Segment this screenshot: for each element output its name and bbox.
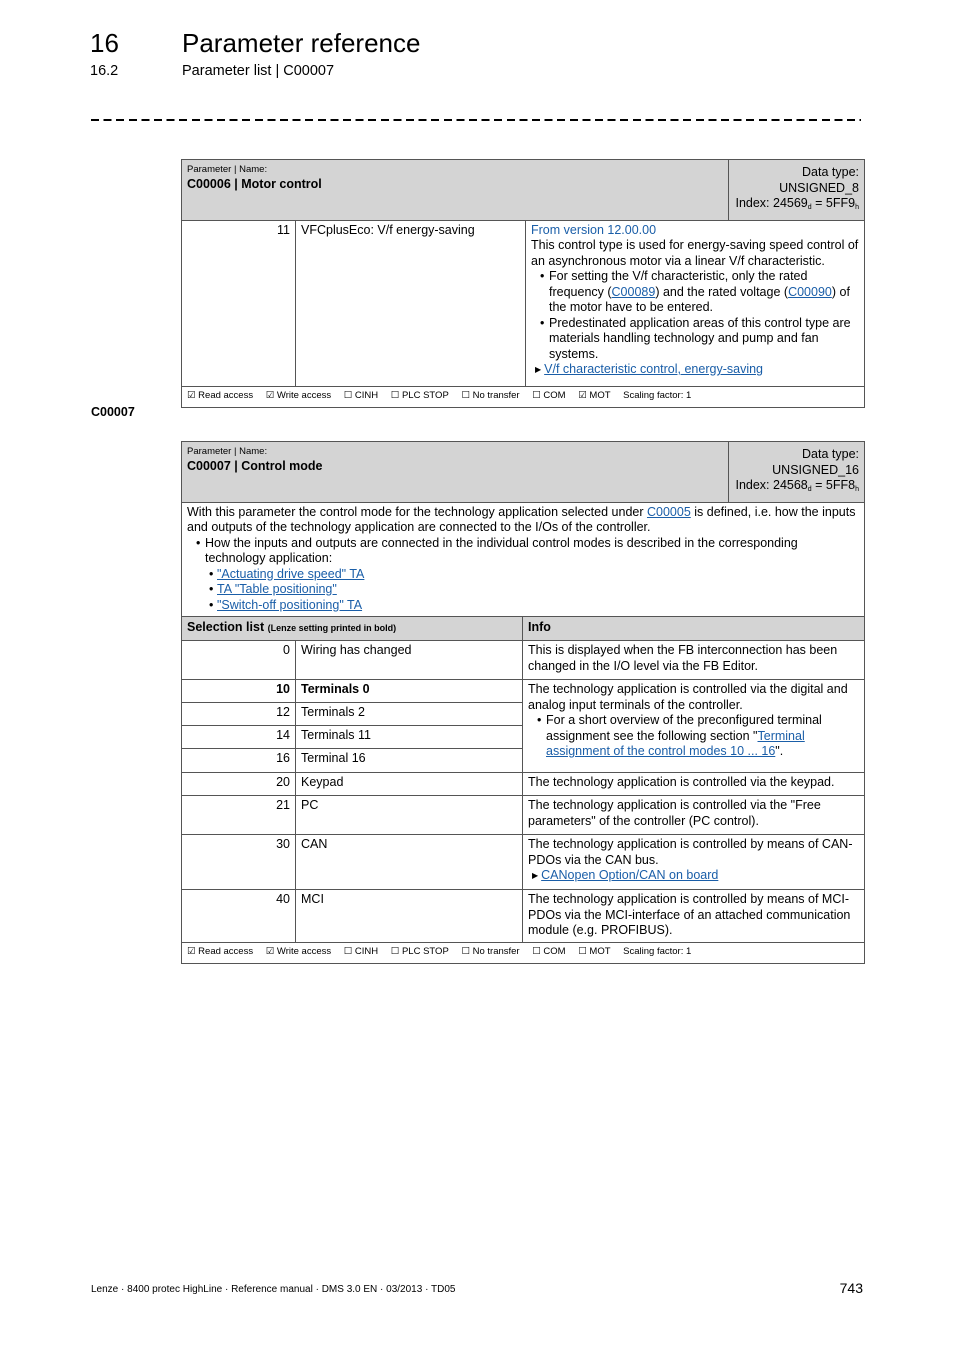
description-text: With this parameter the control mode for… bbox=[187, 504, 856, 535]
parameter-header: Parameter | Name: C00006 | Motor control… bbox=[181, 159, 865, 221]
parameter-table-c00007: Parameter | Name: C00007 | Control mode … bbox=[181, 441, 865, 964]
selection-info: The technology application is controlled… bbox=[522, 772, 865, 796]
flag-write-access: ☑ Write access bbox=[265, 389, 332, 401]
selection-name: Keypad bbox=[295, 772, 523, 796]
selection-row: 11 VFCplusEco: V/f energy-saving From ve… bbox=[181, 219, 865, 387]
selection-info: The technology application is controlled… bbox=[522, 889, 865, 943]
selection-name: MCI bbox=[295, 889, 523, 943]
section-heading-c00007: C00007 bbox=[91, 405, 135, 419]
selection-value: 21 bbox=[181, 795, 296, 835]
access-flags-row: ☑ Read access ☑ Write access ☐ CINH ☐ PL… bbox=[181, 385, 865, 408]
link-c00089[interactable]: C00089 bbox=[612, 285, 656, 299]
description-row: With this parameter the control mode for… bbox=[181, 501, 865, 617]
info-header: Info bbox=[522, 616, 865, 641]
selection-value: 20 bbox=[181, 772, 296, 796]
selection-row: 21 PC The technology application is cont… bbox=[181, 795, 865, 835]
selection-info: The technology application is controlled… bbox=[522, 834, 865, 890]
flag-write-access: ☑ Write access bbox=[265, 946, 332, 957]
section-title: Parameter list | C00007 bbox=[182, 63, 335, 79]
triangle-right-icon: ▶ bbox=[535, 365, 542, 374]
selection-row: 0 Wiring has changed This is displayed w… bbox=[181, 640, 865, 680]
flag-read-access: ☑ Read access bbox=[187, 946, 254, 957]
selection-name: VFCplusEco: V/f energy-saving bbox=[295, 219, 526, 387]
flag-mot: ☐ MOT bbox=[578, 946, 611, 957]
parameter-table-c00006: Parameter | Name: C00006 | Motor control… bbox=[181, 159, 865, 408]
parameter-header: Parameter | Name: C00007 | Control mode … bbox=[181, 441, 865, 503]
selection-list-title: Selection list bbox=[187, 620, 265, 634]
flag-no-transfer: ☐ No transfer bbox=[461, 946, 520, 957]
ta-link-item: "Actuating drive speed" TA bbox=[205, 567, 859, 583]
selection-value: 30 bbox=[181, 834, 296, 890]
selection-row: 10 Terminals 0 The technology applicatio… bbox=[181, 679, 865, 773]
selection-row: 20 Keypad The technology application is … bbox=[181, 772, 865, 796]
data-type: Data type: UNSIGNED_16 bbox=[772, 447, 859, 477]
selection-row: 40 MCI The technology application is con… bbox=[181, 889, 865, 943]
parameter-name: C00006 | Motor control bbox=[187, 177, 322, 191]
flag-cinh: ☐ CINH bbox=[343, 946, 379, 957]
selection-value: 0 bbox=[181, 640, 296, 680]
chapter-number: 16 bbox=[90, 28, 119, 58]
info-text: This control type is used for energy-sav… bbox=[531, 238, 859, 268]
section-number: 16.2 bbox=[90, 63, 119, 79]
selection-name: Terminals 11 bbox=[295, 725, 523, 749]
selection-value: 12 bbox=[181, 702, 296, 726]
flag-plc-stop: ☐ PLC STOP bbox=[390, 389, 449, 401]
selection-row: 30 CAN The technology application is con… bbox=[181, 834, 865, 890]
page-footer: Lenze · 8400 protec HighLine · Reference… bbox=[91, 1284, 456, 1295]
parameter-index: Index: 24569d = 5FF9h bbox=[735, 196, 859, 211]
link-table-positioning[interactable]: TA "Table positioning" bbox=[217, 582, 337, 596]
data-type: Data type: UNSIGNED_8 bbox=[779, 165, 859, 195]
selection-value: 40 bbox=[181, 889, 296, 943]
link-vf-characteristic[interactable]: V/f characteristic control, energy-savin… bbox=[544, 362, 763, 376]
selection-name: Wiring has changed bbox=[295, 640, 523, 680]
selection-list-note: (Lenze setting printed in bold) bbox=[267, 623, 397, 633]
link-canopen[interactable]: CANopen Option/CAN on board bbox=[541, 868, 718, 882]
selection-info: The technology application is controlled… bbox=[522, 679, 865, 773]
selection-info: The technology application is controlled… bbox=[522, 795, 865, 835]
flag-plc-stop: ☐ PLC STOP bbox=[390, 946, 449, 957]
chapter-title: Parameter reference bbox=[182, 28, 421, 58]
selection-info: From version 12.00.00 This control type … bbox=[525, 219, 865, 387]
info-bullet: For setting the V/f characteristic, only… bbox=[531, 269, 859, 316]
selection-name: Terminals 2 bbox=[295, 702, 523, 726]
page-number: 743 bbox=[839, 1280, 863, 1296]
selection-name: PC bbox=[295, 795, 523, 835]
flag-no-transfer: ☐ No transfer bbox=[461, 389, 520, 401]
link-switch-off-positioning[interactable]: "Switch-off positioning" TA bbox=[217, 598, 362, 612]
link-actuating-drive-speed[interactable]: "Actuating drive speed" TA bbox=[217, 567, 364, 581]
flag-read-access: ☑ Read access bbox=[187, 389, 254, 401]
info-bullet: Predestinated application areas of this … bbox=[531, 316, 859, 363]
scaling-factor: Scaling factor: 1 bbox=[623, 389, 692, 401]
flag-mot: ☑ MOT bbox=[578, 389, 611, 401]
selection-value: 14 bbox=[181, 725, 296, 749]
selection-name: Terminals 0 bbox=[295, 679, 523, 703]
flag-com: ☐ COM bbox=[532, 389, 566, 401]
access-flags-row: ☑ Read access ☑ Write access ☐ CINH ☐ PL… bbox=[181, 942, 865, 964]
ta-link-item: "Switch-off positioning" TA bbox=[205, 598, 859, 614]
version-note: From version 12.00.00 bbox=[531, 222, 657, 237]
parameter-name: C00007 | Control mode bbox=[187, 459, 323, 473]
flag-cinh: ☐ CINH bbox=[343, 389, 379, 401]
parameter-index: Index: 24568d = 5FF8h bbox=[735, 478, 859, 493]
parameter-label: Parameter | Name: bbox=[187, 164, 268, 175]
triangle-right-icon: ▶ bbox=[532, 871, 539, 880]
parameter-label: Parameter | Name: bbox=[187, 446, 268, 457]
link-c00005[interactable]: C00005 bbox=[647, 505, 691, 519]
selection-name: CAN bbox=[295, 834, 523, 890]
selection-value: 16 bbox=[181, 748, 296, 773]
header-divider bbox=[91, 119, 861, 121]
selection-name: Terminal 16 bbox=[295, 748, 523, 773]
link-c00090[interactable]: C00090 bbox=[788, 285, 832, 299]
ta-link-item: TA "Table positioning" bbox=[205, 582, 859, 598]
description-bullet: How the inputs and outputs are connected… bbox=[187, 536, 859, 567]
selection-value: 11 bbox=[181, 219, 296, 387]
selection-info: This is displayed when the FB interconne… bbox=[522, 640, 865, 680]
info-bullet: For a short overview of the preconfigure… bbox=[528, 713, 859, 760]
selection-list-header: Selection list (Lenze setting printed in… bbox=[181, 616, 865, 641]
flag-com: ☐ COM bbox=[532, 946, 566, 957]
selection-value: 10 bbox=[181, 679, 296, 703]
scaling-factor: Scaling factor: 1 bbox=[623, 946, 692, 957]
